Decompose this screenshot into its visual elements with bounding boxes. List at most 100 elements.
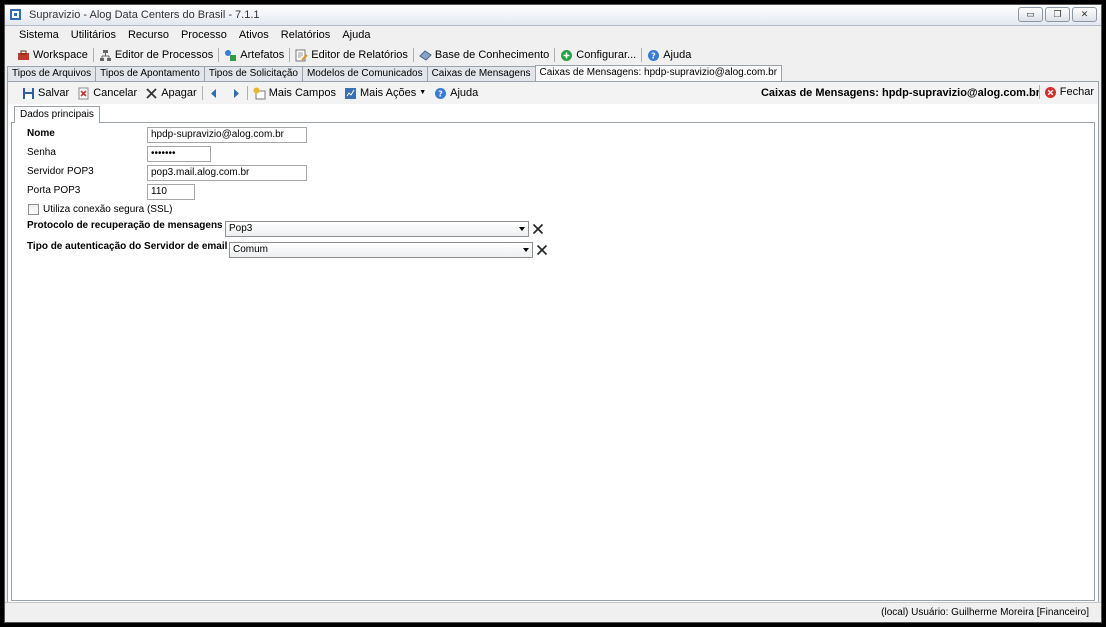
menu-ajuda[interactable]: Ajuda [336, 26, 376, 45]
app-logo-icon [10, 9, 21, 20]
clear-protocol-icon[interactable] [532, 223, 544, 235]
delete-x-icon [146, 87, 157, 99]
menu-relatorios[interactable]: Relatórios [275, 26, 337, 45]
delete-label: Apagar [161, 87, 197, 99]
actions-icon [344, 87, 356, 99]
app-window: Supravizio - Alog Data Centers do Brasil… [4, 4, 1102, 623]
chevron-down-icon: ▼ [419, 89, 427, 96]
flowchart-icon [99, 49, 111, 61]
menu-processo[interactable]: Processo [175, 26, 233, 45]
name-input[interactable]: hpdp-supravizio@alog.com.br [147, 127, 307, 143]
form-help-label: Ajuda [450, 87, 479, 99]
workspace-button[interactable]: Workspace [13, 46, 92, 64]
main-toolbar: Workspace Editor de Processos Artefatos … [5, 45, 1101, 65]
more-actions-button[interactable]: Mais Ações ▼ [340, 84, 430, 102]
menu-recurso[interactable]: Recurso [122, 26, 175, 45]
tab-dados-principais[interactable]: Dados principais [14, 106, 100, 123]
next-record-button[interactable] [225, 87, 246, 100]
toolbar-separator [92, 48, 94, 62]
close-form-label: Fechar [1059, 86, 1094, 98]
artifacts-label: Artefatos [240, 49, 285, 61]
toolbar-separator [641, 48, 643, 62]
status-bar: (local) Usuário: Guilherme Moreira [Fina… [5, 602, 1101, 622]
add-field-icon [253, 87, 266, 99]
password-input[interactable]: ••••••• [147, 146, 211, 162]
toolbar-separator [554, 48, 556, 62]
save-label: Salvar [38, 87, 70, 99]
pop3-port-label: Porta POP3 [27, 185, 81, 196]
title-bar: Supravizio - Alog Data Centers do Brasil… [5, 5, 1101, 26]
toolbar-separator [218, 48, 220, 62]
clear-auth-type-icon[interactable] [536, 244, 548, 256]
knowledge-base-button[interactable]: Base de Conhecimento [415, 46, 553, 64]
toolbar-separator [1038, 85, 1040, 99]
restore-button[interactable]: ❐ [1045, 7, 1070, 22]
pop3-server-label: Servidor POP3 [27, 166, 94, 177]
arrow-right-icon [233, 88, 239, 98]
protocol-selected-value: Pop3 [229, 223, 253, 234]
tab-modelos-de-comunicados[interactable]: Modelos de Comunicados [301, 66, 428, 81]
svg-text:?: ? [651, 51, 656, 60]
process-editor-label: Editor de Processos [114, 49, 214, 61]
menu-ativos[interactable]: Ativos [233, 26, 275, 45]
more-fields-button[interactable]: Mais Campos [249, 84, 340, 102]
pop3-port-input[interactable]: 110 [147, 184, 195, 200]
floppy-disk-icon [23, 87, 34, 99]
help-label: Ajuda [663, 49, 692, 61]
document-tabs: Tipos de Arquivos Tipos de Apontamento T… [7, 65, 783, 81]
tab-tipos-de-apontamento[interactable]: Tipos de Apontamento [95, 66, 205, 81]
close-form-button[interactable]: Fechar [1038, 85, 1094, 99]
help-icon: ? [435, 87, 447, 99]
knowledge-base-label: Base de Conhecimento [434, 49, 550, 61]
tab-tipos-de-arquivos[interactable]: Tipos de Arquivos [7, 66, 97, 81]
toolbar-separator [289, 48, 291, 62]
ssl-checkbox[interactable] [28, 204, 39, 215]
artifacts-button[interactable]: Artefatos [220, 46, 288, 64]
help-button[interactable]: ? Ajuda [643, 46, 695, 64]
toolbar-separator [412, 48, 414, 62]
chevron-down-icon [523, 248, 529, 252]
menu-sistema[interactable]: Sistema [13, 26, 65, 45]
protocol-select[interactable]: Pop3 [225, 221, 529, 237]
cancel-button[interactable]: Cancelar [73, 84, 141, 102]
briefcase-icon [18, 50, 29, 60]
menu-bar: Sistema Utilitários Recurso Processo Ati… [5, 26, 1101, 45]
tab-caixas-de-mensagens[interactable]: Caixas de Mensagens [426, 66, 536, 81]
window-title: Supravizio - Alog Data Centers do Brasil… [29, 9, 260, 21]
configure-button[interactable]: Configurar... [556, 46, 640, 64]
auth-type-selected-value: Comum [233, 244, 269, 255]
main-data-panel: Nome hpdp-supravizio@alog.com.br Senha •… [11, 122, 1095, 601]
name-label: Nome [27, 128, 55, 139]
form-toolbar: Salvar Cancelar Apagar Mais Campos Mais … [8, 82, 1098, 104]
process-editor-button[interactable]: Editor de Processos [95, 46, 217, 64]
auth-type-label: Tipo de autenticação do Servidor de emai… [27, 241, 228, 252]
previous-record-button[interactable] [204, 87, 225, 100]
configure-label: Configurar... [576, 49, 637, 61]
report-editor-button[interactable]: Editor de Relatórios [291, 46, 412, 64]
delete-button[interactable]: Apagar [141, 84, 200, 102]
form-panel: Salvar Cancelar Apagar Mais Campos Mais … [7, 81, 1099, 603]
more-actions-label: Mais Ações [359, 87, 417, 99]
tab-tipos-de-solicitacao[interactable]: Tipos de Solicitação [203, 66, 303, 81]
status-text: (local) Usuário: Guilherme Moreira [Fina… [881, 607, 1089, 618]
tab-caixas-de-mensagens-detail[interactable]: Caixas de Mensagens: hpdp-supravizio@alo… [534, 65, 783, 81]
pop3-server-input[interactable]: pop3.mail.alog.com.br [147, 165, 307, 181]
chevron-down-icon [519, 227, 525, 231]
toolbar-separator [246, 86, 248, 100]
close-window-button[interactable]: ✕ [1072, 7, 1097, 22]
toolbar-separator [201, 86, 203, 100]
artifacts-icon [225, 49, 237, 61]
arrow-left-icon [210, 88, 216, 98]
auth-type-select[interactable]: Comum [229, 242, 533, 258]
cancel-document-icon [78, 87, 89, 99]
report-edit-icon [295, 49, 309, 61]
save-button[interactable]: Salvar [18, 84, 73, 102]
form-help-button[interactable]: ? Ajuda [430, 84, 482, 102]
book-icon [419, 49, 432, 61]
minimize-button[interactable]: ▭ [1018, 7, 1043, 22]
add-circle-icon [561, 49, 573, 61]
protocol-label: Protocolo de recuperação de mensagens [27, 220, 223, 231]
ssl-label: Utiliza conexão segura (SSL) [43, 204, 173, 215]
menu-utilitarios[interactable]: Utilitários [65, 26, 122, 45]
svg-text:?: ? [438, 89, 443, 98]
